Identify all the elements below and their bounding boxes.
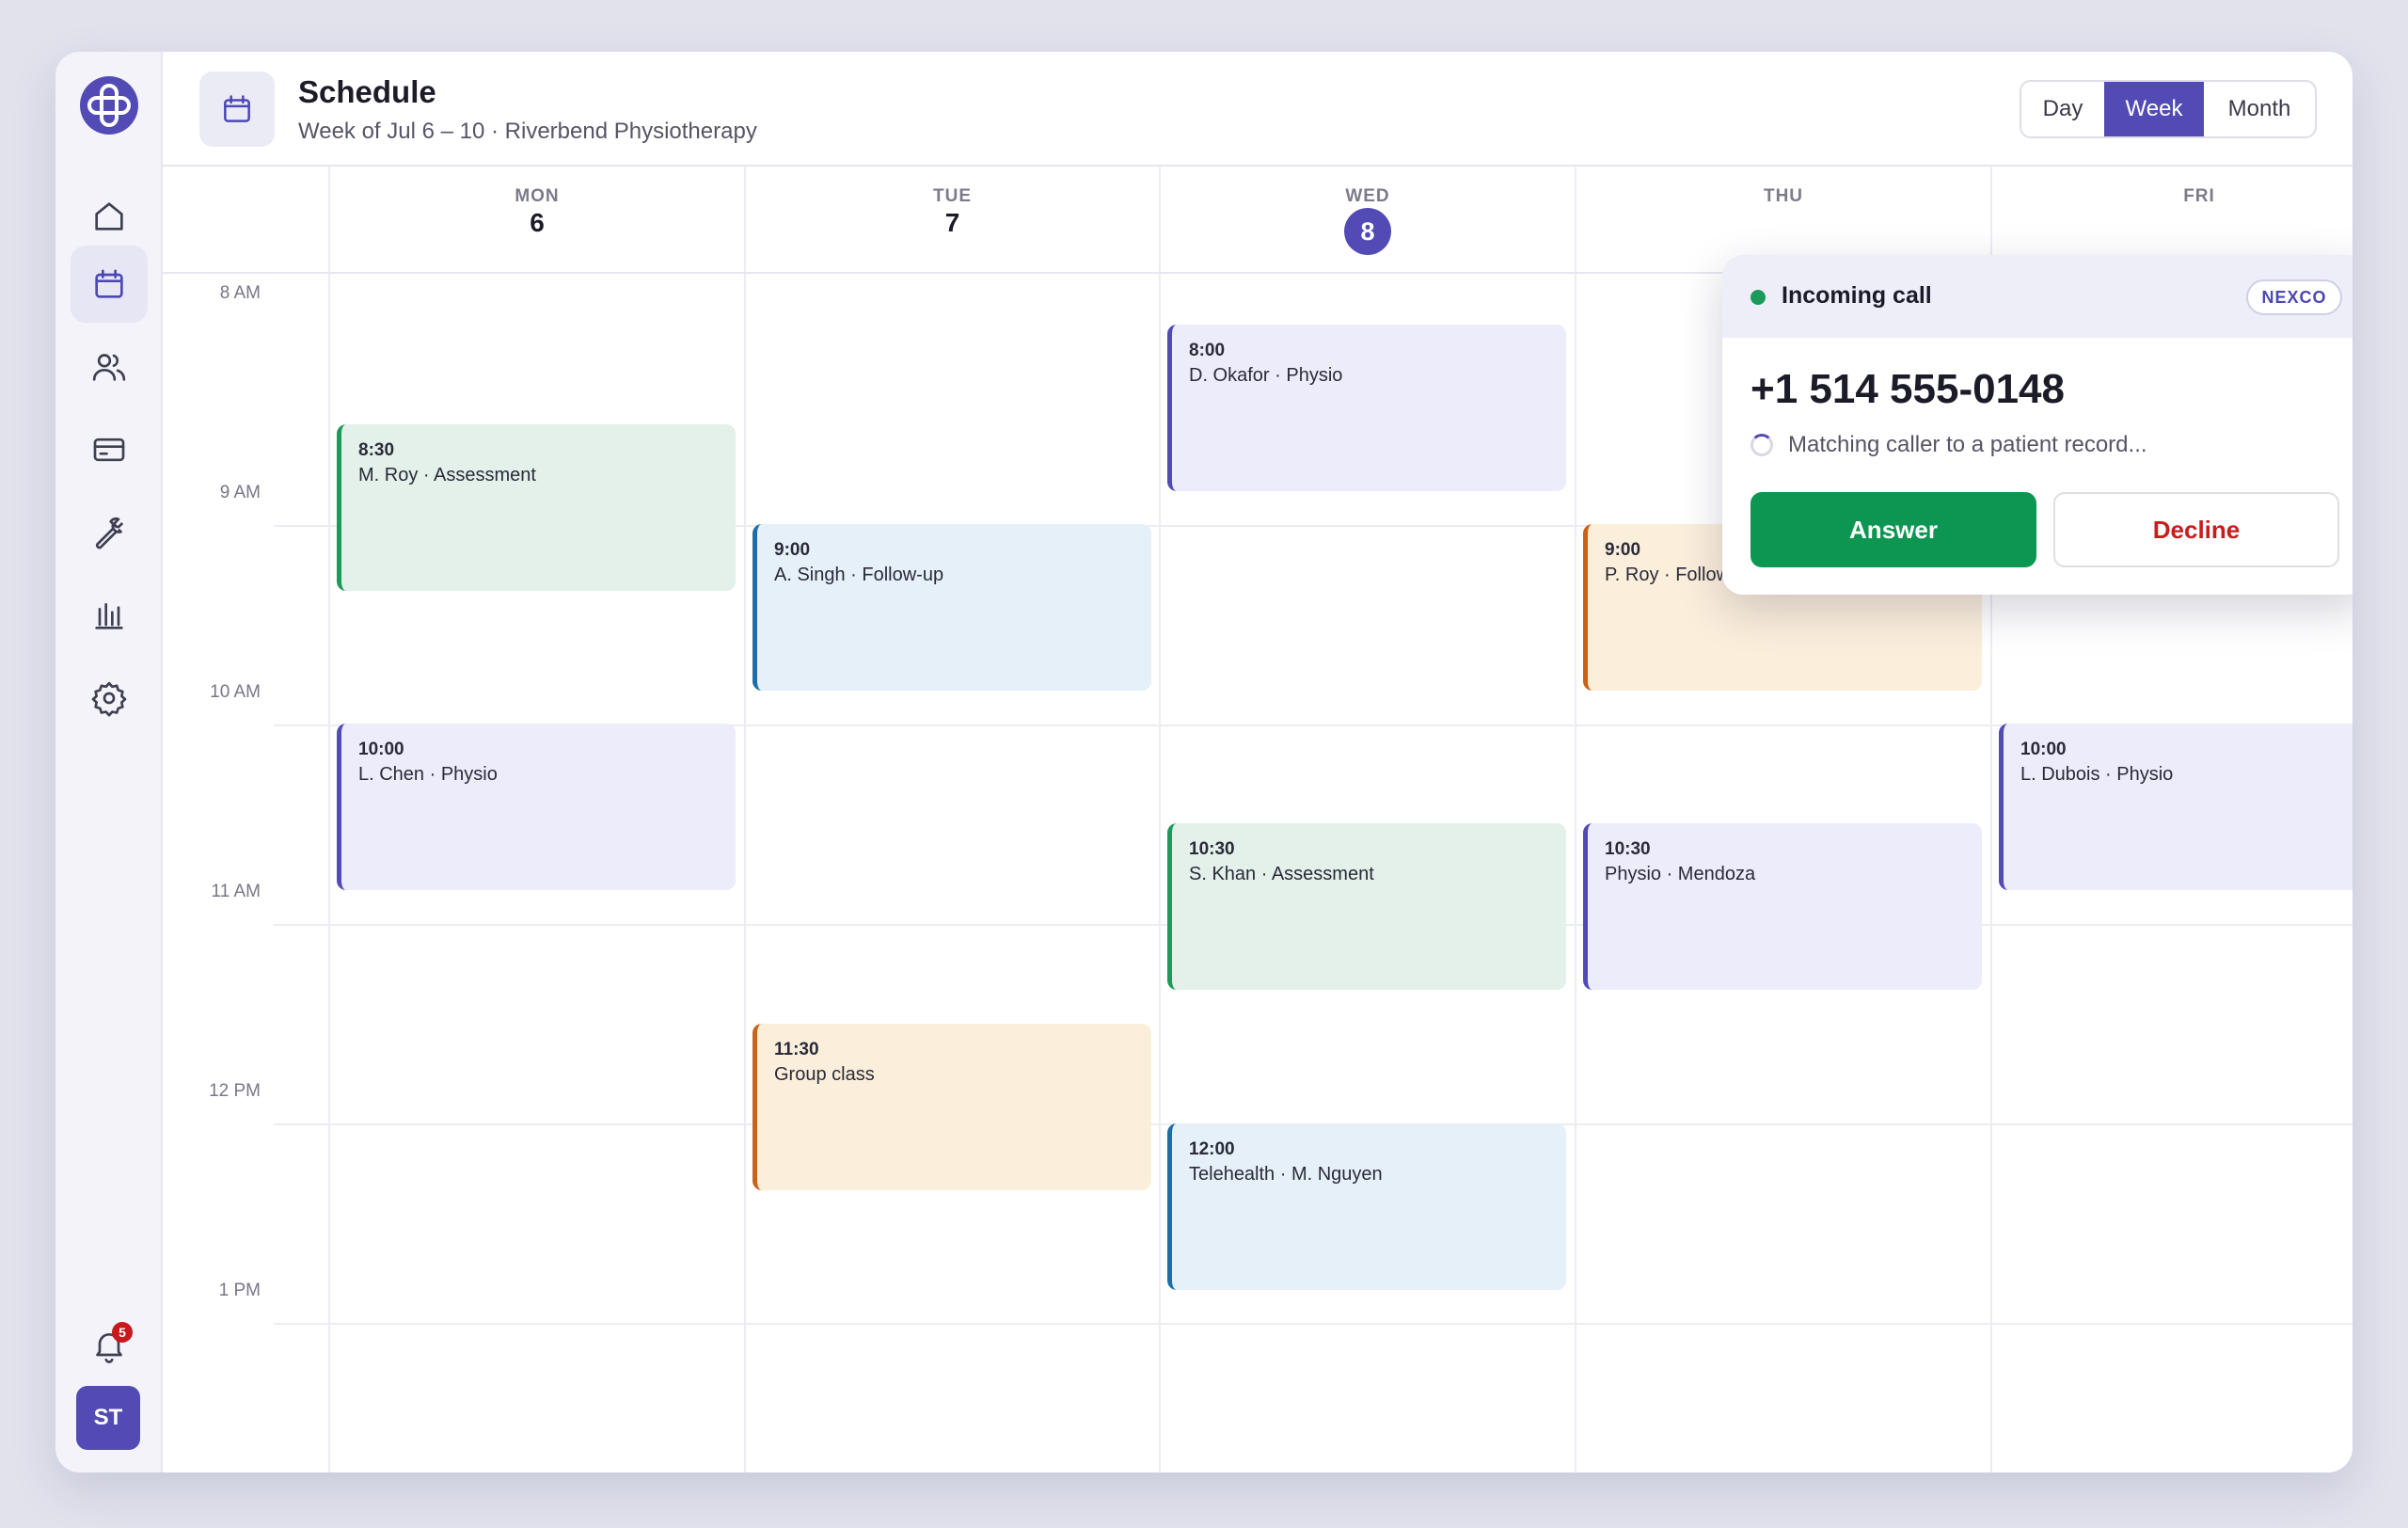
event-time: 8:30: [358, 440, 395, 460]
answer-button[interactable]: Answer: [1751, 492, 2036, 567]
time-label: 9 AM: [219, 483, 261, 502]
decline-button[interactable]: Decline: [2053, 492, 2339, 567]
time-label: 11 AM: [211, 882, 261, 901]
day-number: 6: [530, 208, 545, 237]
day-name: MON: [515, 186, 560, 206]
day-header-tue[interactable]: TUE 7: [746, 167, 1159, 274]
event-time: 10:30: [1189, 839, 1235, 859]
event-time: 9:00: [774, 540, 811, 560]
user-avatar[interactable]: ST: [76, 1386, 140, 1450]
bar-chart-icon: [95, 603, 123, 629]
call-provider-badge: NEXCO: [2246, 279, 2342, 315]
hour-line: [274, 1323, 2353, 1325]
day-name: THU: [1763, 186, 1804, 206]
time-label: 1 PM: [218, 1281, 261, 1300]
appointment-event[interactable]: 8:00 D. Okafor · Physio: [1167, 325, 1566, 491]
appointment-event[interactable]: 10:00 L. Dubois · Physio: [1999, 724, 2353, 890]
call-status-dot: [1751, 290, 1766, 305]
calendar-icon: [224, 95, 250, 122]
incoming-call-popup: Incoming call NEXCO +1 514 555-0148 Matc…: [1722, 255, 2353, 595]
day-number-today: 8: [1344, 208, 1391, 255]
column-divider: [328, 167, 330, 1472]
event-time: 10:00: [2020, 740, 2067, 759]
event-title: Physio · Mendoza: [1605, 864, 1756, 884]
event-time: 11:30: [774, 1040, 819, 1059]
time-label: 12 PM: [209, 1081, 261, 1101]
appointment-event[interactable]: 9:00 A. Singh · Follow-up: [752, 524, 1151, 691]
app-window: 5 ST Schedule Week of Jul 6 – 10 · River…: [55, 52, 2353, 1472]
day-name: FRI: [2183, 186, 2215, 206]
wrench-icon: [95, 517, 124, 549]
event-title: M. Roy · Assessment: [358, 465, 536, 485]
event-title: Telehealth · M. Nguyen: [1189, 1164, 1383, 1185]
header-calendar-icon: [199, 72, 275, 147]
appointment-event[interactable]: 10:30 S. Khan · Assessment: [1167, 823, 1566, 990]
call-label: Incoming call: [1782, 282, 1932, 309]
page-title: Schedule: [298, 74, 436, 109]
time-label: 10 AM: [210, 682, 261, 702]
day-header-mon[interactable]: MON 6: [330, 167, 744, 274]
event-title: L. Dubois · Physio: [2020, 764, 2174, 785]
event-time: 10:30: [1605, 839, 1651, 859]
nav-tools[interactable]: [71, 494, 148, 571]
view-week-button[interactable]: Week: [2104, 82, 2204, 136]
nav-billing[interactable]: [71, 411, 148, 488]
caller-number: +1 514 555-0148: [1751, 366, 2065, 412]
view-day-button[interactable]: Day: [2021, 82, 2104, 136]
credit-card-icon: [93, 438, 125, 462]
nav-patients[interactable]: [71, 328, 148, 406]
appointment-event[interactable]: 12:00 Telehealth · M. Nguyen: [1167, 1123, 1566, 1290]
call-match-status: Matching caller to a patient record...: [1788, 432, 2147, 457]
day-name: WED: [1345, 186, 1390, 206]
appointment-event[interactable]: 11:30 Group class: [752, 1024, 1151, 1190]
column-divider: [744, 167, 746, 1472]
day-header-wed[interactable]: WED 8: [1161, 167, 1575, 274]
home-icon: [95, 202, 123, 231]
notification-count-badge: 5: [112, 1322, 133, 1343]
nav-settings[interactable]: [71, 660, 148, 737]
event-time: 8:00: [1189, 341, 1226, 360]
nav-calendar[interactable]: [71, 246, 148, 323]
view-toggle: Day Week Month: [2020, 80, 2317, 138]
day-number: 7: [944, 208, 960, 237]
gear-icon: [91, 681, 127, 717]
users-icon: [92, 354, 126, 381]
event-title: S. Khan · Assessment: [1189, 864, 1374, 884]
event-title: D. Okafor · Physio: [1189, 365, 1343, 386]
column-divider: [1575, 167, 1576, 1472]
sidebar: 5 ST: [55, 52, 163, 1472]
column-divider: [1159, 167, 1161, 1472]
event-time: 12:00: [1189, 1139, 1235, 1159]
event-time: 10:00: [358, 740, 404, 759]
notifications-button[interactable]: 5: [71, 1307, 148, 1384]
page-subtitle: Week of Jul 6 – 10 · Riverbend Physiothe…: [298, 119, 757, 144]
appointment-event[interactable]: 10:00 L. Chen · Physio: [337, 724, 736, 890]
call-popup-header: Incoming call NEXCO: [1722, 255, 2353, 338]
view-month-button[interactable]: Month: [2204, 82, 2315, 136]
page-header: Schedule Week of Jul 6 – 10 · Riverbend …: [163, 52, 2353, 167]
nav-reports[interactable]: [71, 577, 148, 654]
appointment-event[interactable]: 10:30 Physio · Mendoza: [1583, 823, 1982, 990]
app-logo[interactable]: [78, 74, 140, 136]
appointment-event[interactable]: 8:30 M. Roy · Assessment: [337, 424, 736, 591]
calendar-icon: [95, 269, 123, 298]
day-name: TUE: [933, 186, 972, 206]
event-title: Group class: [774, 1064, 875, 1085]
loading-spinner-icon: [1751, 434, 1773, 456]
event-title: A. Singh · Follow-up: [774, 565, 944, 585]
nav-home[interactable]: [71, 178, 148, 255]
time-label: 8 AM: [219, 283, 261, 303]
event-title: L. Chen · Physio: [358, 764, 498, 785]
